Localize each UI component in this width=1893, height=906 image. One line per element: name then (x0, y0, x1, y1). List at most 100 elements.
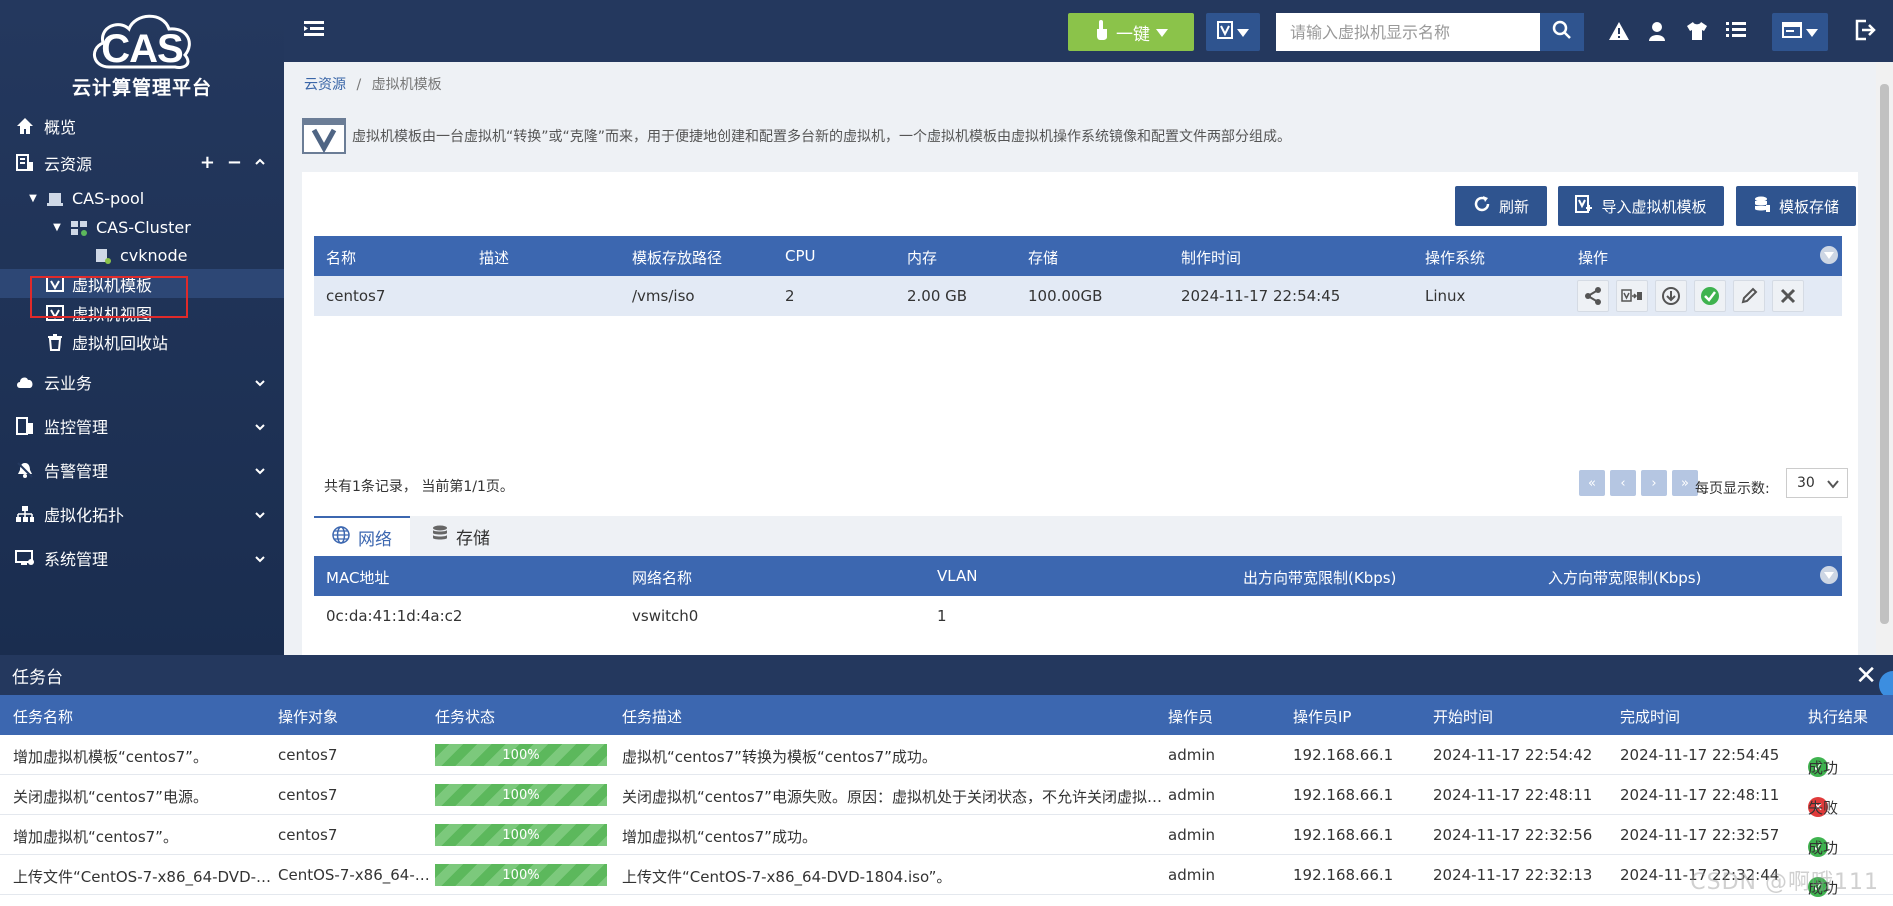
tab-storage-label: 存储 (456, 528, 490, 549)
scrollbar-thumb[interactable] (1880, 84, 1889, 624)
deploy-action-button[interactable] (1616, 280, 1648, 312)
share-action-button[interactable] (1577, 280, 1609, 312)
import-template-button[interactable]: 导入虚拟机模板 (1558, 186, 1724, 226)
warning-icon[interactable] (1608, 21, 1630, 45)
template-panel: 刷新 导入虚拟机模板 模板存储 名称 描述 模板存放路径 CPU 内存 存储 制… (302, 172, 1858, 672)
column-chooser-icon[interactable] (1820, 246, 1838, 264)
close-icon[interactable]: ✕ (1855, 661, 1877, 691)
pager-info: 共有1条记录， 当前第1/1页。 (324, 479, 514, 495)
nav-topology[interactable]: 虚拟化拓扑 (0, 492, 284, 536)
table-row[interactable]: 关闭虚拟机“centos7”电源。 centos7 关闭虚拟机“centos7”电源… (0, 775, 1893, 817)
refresh-button[interactable]: 刷新 (1455, 186, 1547, 226)
nav-overview[interactable]: 概览 (0, 106, 284, 146)
col-created[interactable]: 制作时间 (1181, 247, 1241, 268)
task-progress-bar: 100% (435, 744, 607, 766)
logout-icon[interactable] (1854, 19, 1876, 45)
caret-down-icon (1156, 22, 1168, 42)
nav-system[interactable]: 系统管理 (0, 536, 284, 580)
cloud-logo-icon: CAS (87, 9, 197, 71)
system-icon (14, 548, 36, 568)
col-task-start: 开始时间 (1433, 708, 1494, 726)
tree-expand-icon[interactable]: ▼ (26, 193, 40, 204)
detail-tabs: 网络 存储 (314, 516, 1842, 556)
cell-task-target: CentOS-7-x86_64-… (278, 866, 430, 884)
collapse-icon[interactable] (254, 152, 266, 173)
next-page-button[interactable]: › (1641, 470, 1667, 496)
verify-action-button[interactable] (1694, 280, 1726, 312)
first-page-button[interactable]: « (1579, 470, 1605, 496)
tab-network[interactable]: 网络 (314, 516, 410, 556)
tab-storage[interactable]: 存储 (414, 516, 508, 556)
col-egress[interactable]: 出方向带宽限制(Kbps) (1243, 567, 1396, 588)
cell-task-desc: 关闭虚拟机“centos7”电源失败。原因：虚拟机处于关闭状态，不允许关闭虚拟… (622, 788, 1162, 806)
nav-monitoring[interactable]: 监控管理 (0, 404, 284, 448)
cell-task-operator: admin (1168, 866, 1215, 884)
table-row[interactable]: 增加虚拟机“centos7”。 centos7 增加虚拟机“centos7”成功。 a… (0, 815, 1893, 857)
col-desc[interactable]: 描述 (479, 247, 509, 268)
breadcrumb-separator: / (356, 77, 362, 93)
alarm-icon (14, 460, 36, 480)
search-button[interactable] (1540, 13, 1584, 51)
theme-shirt-icon[interactable] (1686, 21, 1708, 45)
user-icon[interactable] (1648, 21, 1666, 45)
intro-banner: 虚拟机模板由一台虚拟机“转换”或“克隆”而来，用于便捷地创建和配置多台新的虚拟机… (302, 118, 1291, 154)
add-resource-button[interactable]: + (200, 152, 215, 173)
onekey-button[interactable]: 一键 (1068, 13, 1194, 51)
cell-task-operator: admin (1168, 786, 1215, 804)
nav-alarms[interactable]: 告警管理 (0, 448, 284, 492)
trash-icon (44, 332, 66, 352)
col-path[interactable]: 模板存放路径 (632, 247, 722, 268)
template-storage-button[interactable]: 模板存储 (1736, 186, 1856, 226)
nav-cloud-resources[interactable]: 云资源 + − (0, 146, 284, 180)
menu-toggle-icon[interactable] (304, 20, 324, 42)
col-os[interactable]: 操作系统 (1425, 247, 1485, 268)
col-vlan[interactable]: VLAN (937, 567, 977, 585)
tree-host[interactable]: cvknode (0, 242, 284, 269)
storage-icon (1753, 195, 1771, 217)
task-progress-bar: 100% (435, 784, 607, 806)
prev-page-button[interactable]: ‹ (1610, 470, 1636, 496)
list-icon[interactable] (1726, 21, 1746, 43)
column-chooser-icon[interactable] (1820, 566, 1838, 584)
table-row[interactable]: 增加虚拟机模板“centos7”。 centos7 虚拟机“centos7”转换为模… (0, 735, 1893, 777)
col-mem[interactable]: 内存 (907, 247, 937, 268)
cell-task-name: 关闭虚拟机“centos7”电源。 (13, 788, 208, 806)
cell-task-start: 2024-11-17 22:54:42 (1433, 746, 1593, 764)
col-cpu[interactable]: CPU (785, 247, 816, 265)
cell-task-end: 2024-11-17 22:54:45 (1620, 746, 1780, 764)
top-bar: 一键 (284, 0, 1893, 62)
search-input[interactable] (1276, 13, 1540, 51)
col-ingress[interactable]: 入方向带宽限制(Kbps) (1548, 567, 1701, 588)
tree-cluster[interactable]: ▼ CAS-Cluster (0, 213, 284, 242)
edit-action-button[interactable] (1733, 280, 1765, 312)
cell-task-operator: admin (1168, 826, 1215, 844)
col-mac[interactable]: MAC地址 (326, 567, 389, 588)
vertical-scrollbar[interactable] (1876, 62, 1893, 655)
chevron-down-icon (254, 550, 266, 569)
tree-pool[interactable]: ▼ CAS-pool (0, 184, 284, 213)
watermark: CSDN @啊哦111 (1690, 870, 1879, 895)
globe-icon (332, 525, 350, 549)
tree-expand-icon[interactable]: ▼ (50, 222, 64, 233)
tree-vm-recycle[interactable]: 虚拟机回收站 (0, 327, 284, 356)
task-console: 任务台 ✕ 任务名称 操作对象 任务状态 任务描述 操作员 操作员IP 开始时间… (0, 655, 1893, 906)
col-name[interactable]: 名称 (326, 247, 356, 268)
col-network[interactable]: 网络名称 (632, 567, 692, 588)
delete-action-button[interactable] (1772, 280, 1804, 312)
table-row[interactable]: 0c:da:41:1d:4a:c2 vswitch0 1 (314, 596, 1842, 636)
col-storage[interactable]: 存储 (1028, 247, 1058, 268)
download-action-button[interactable] (1655, 280, 1687, 312)
vm-type-dropdown[interactable] (1206, 13, 1260, 51)
monitor-icon (14, 416, 36, 436)
nav-cloud-service[interactable]: 云业务 (0, 360, 284, 404)
cell-name: centos7 (326, 287, 386, 305)
cluster-icon (68, 218, 90, 238)
breadcrumb-root-link[interactable]: 云资源 (304, 77, 346, 93)
per-page-select[interactable]: 30 (1786, 468, 1848, 498)
remove-resource-button[interactable]: − (227, 152, 242, 173)
view-switch-dropdown[interactable] (1772, 13, 1828, 51)
table-row[interactable]: centos7 /vms/iso 2 2.00 GB 100.00GB 2024… (314, 276, 1842, 316)
logo[interactable]: CAS 云计算管理平台 (0, 0, 284, 106)
table-row[interactable]: 上传文件“CentOS-7-x86_64-DVD-… CentOS-7-x86_6… (0, 855, 1893, 897)
logo-subtitle: 云计算管理平台 (71, 77, 212, 99)
